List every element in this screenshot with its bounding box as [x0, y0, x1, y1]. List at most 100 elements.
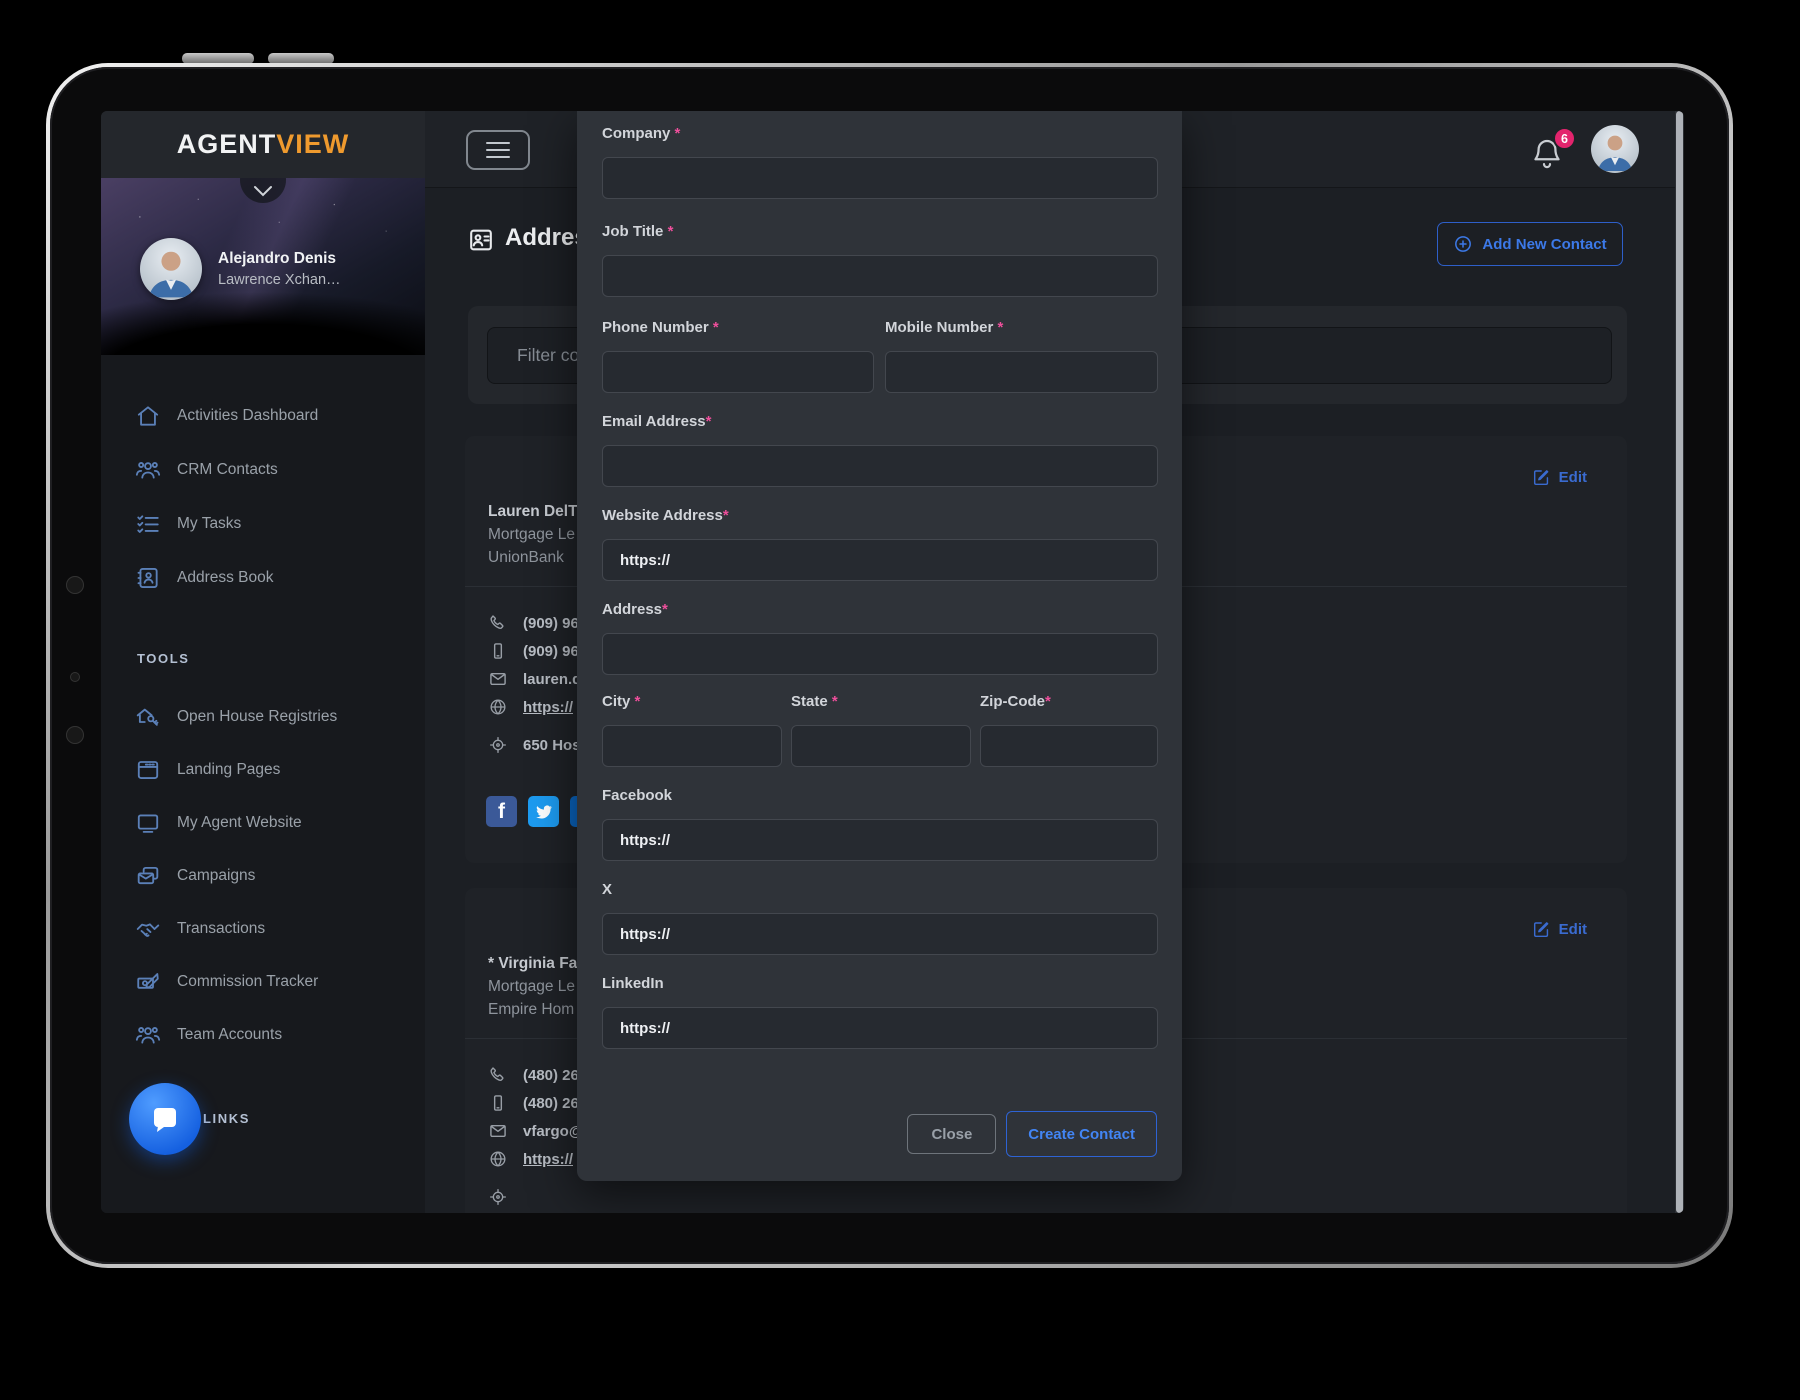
phone-number-input[interactable]: [602, 351, 874, 393]
job-title-input[interactable]: [602, 255, 1158, 297]
phone-icon: [488, 1065, 508, 1085]
app-screen: AGENTVIEW Alejandro Denis Lawrence Xchan…: [101, 111, 1684, 1213]
profile-company: Lawrence Xchan…: [218, 272, 341, 288]
contact-website-link[interactable]: https://: [523, 699, 573, 716]
state-input[interactable]: [791, 725, 971, 767]
profile-collapse-button[interactable]: [240, 178, 286, 203]
website-address-input[interactable]: [602, 539, 1158, 581]
location-target-icon: [488, 735, 508, 755]
city-label: City *: [602, 692, 782, 712]
close-button[interactable]: Close: [907, 1114, 996, 1154]
sidebar-item-label: My Tasks: [177, 515, 241, 533]
edit-contact-button[interactable]: Edit: [1532, 920, 1587, 939]
company-input[interactable]: [602, 157, 1158, 199]
required-asterisk: *: [668, 223, 674, 240]
address-input[interactable]: [602, 633, 1158, 675]
user-profile-panel: Alejandro Denis Lawrence Xchan…: [101, 178, 425, 355]
address-book-title-icon: [467, 226, 495, 254]
required-asterisk: *: [635, 693, 641, 710]
sidebar-item-label: Team Accounts: [177, 1026, 282, 1044]
commission-icon: [135, 969, 161, 995]
required-asterisk: *: [723, 507, 729, 524]
page-title: Addres: [505, 224, 588, 252]
sidebar-nav: Activities Dashboard CRM Contacts My Tas…: [101, 389, 425, 605]
address-label: Address*: [602, 600, 1158, 620]
open-house-icon: [135, 704, 161, 730]
tablet-frame: AGENTVIEW Alejandro Denis Lawrence Xchan…: [46, 63, 1733, 1268]
sidebar-item-label: Transactions: [177, 920, 265, 938]
create-contact-modal: Company * Job Title * Phone Number * Mob…: [577, 111, 1182, 1181]
sidebar-item-landing-pages[interactable]: Landing Pages: [101, 743, 425, 796]
mobile-icon: [488, 641, 508, 661]
globe-icon: [488, 697, 508, 717]
checklist-icon: [135, 511, 161, 537]
sidebar-section-links: LINKS: [203, 1111, 250, 1126]
contact-website-link[interactable]: https://: [523, 1151, 573, 1168]
person-photo-icon: [1591, 125, 1639, 173]
sidebar-item-label: My Agent Website: [177, 814, 302, 832]
required-asterisk: *: [675, 125, 681, 142]
notification-badge: 6: [1553, 127, 1576, 150]
hamburger-icon: [486, 142, 510, 145]
contact-company: UnionBank: [488, 546, 578, 569]
sidebar-item-my-agent-website[interactable]: My Agent Website: [101, 796, 425, 849]
chat-bubble-icon: [150, 1104, 180, 1134]
plus-circle-icon: [1453, 234, 1473, 254]
handshake-icon: [135, 916, 161, 942]
browser-window-icon: [135, 757, 161, 783]
mail-campaign-icon: [135, 863, 161, 889]
notifications-button[interactable]: 6: [1529, 133, 1589, 181]
mobile-number-input[interactable]: [885, 351, 1158, 393]
contact-identity: * Virginia Fa Mortgage Le Empire Hom: [488, 952, 577, 1021]
add-new-contact-button[interactable]: Add New Contact: [1437, 222, 1623, 266]
sidebar-item-activities-dashboard[interactable]: Activities Dashboard: [101, 389, 425, 443]
contact-identity: Lauren DelT Mortgage Le UnionBank: [488, 500, 578, 569]
logo-text-primary: AGENT: [177, 129, 277, 160]
mobile-icon: [488, 1093, 508, 1113]
facebook-input[interactable]: [602, 819, 1158, 861]
sidebar-item-label: Activities Dashboard: [177, 407, 318, 425]
zip-code-label: Zip-Code*: [980, 692, 1158, 712]
sidebar: AGENTVIEW Alejandro Denis Lawrence Xchan…: [101, 111, 425, 1213]
sidebar-item-crm-contacts[interactable]: CRM Contacts: [101, 443, 425, 497]
facebook-label: Facebook: [602, 786, 1158, 806]
chat-widget-button[interactable]: [129, 1083, 201, 1155]
facebook-icon[interactable]: f: [486, 796, 517, 827]
required-asterisk: *: [1045, 693, 1051, 710]
app-logo: AGENTVIEW: [101, 111, 425, 178]
website-address-label: Website Address*: [602, 506, 1158, 526]
twitter-icon[interactable]: [528, 796, 559, 827]
edit-label: Edit: [1559, 921, 1587, 938]
profile-avatar[interactable]: [140, 238, 202, 300]
sidebar-item-my-tasks[interactable]: My Tasks: [101, 497, 425, 551]
job-title-label: Job Title *: [602, 222, 1158, 242]
city-input[interactable]: [602, 725, 782, 767]
menu-toggle-button[interactable]: [466, 130, 530, 170]
sidebar-item-open-house-registries[interactable]: Open House Registries: [101, 690, 425, 743]
phone-number-label: Phone Number *: [602, 318, 874, 338]
create-contact-button[interactable]: Create Contact: [1006, 1111, 1157, 1157]
required-asterisk: *: [832, 693, 838, 710]
x-input[interactable]: [602, 913, 1158, 955]
linkedin-input[interactable]: [602, 1007, 1158, 1049]
sidebar-item-campaigns[interactable]: Campaigns: [101, 849, 425, 902]
tablet-side-dot: [66, 726, 84, 744]
sidebar-tools-nav: Open House Registries Landing Pages My A…: [101, 690, 425, 1061]
x-label: X: [602, 880, 1158, 900]
page-scrollbar[interactable]: [1675, 111, 1684, 1213]
sidebar-item-commission-tracker[interactable]: Commission Tracker: [101, 955, 425, 1008]
add-new-contact-label: Add New Contact: [1482, 236, 1606, 253]
contact-role: Mortgage Le: [488, 523, 578, 546]
sidebar-item-transactions[interactable]: Transactions: [101, 902, 425, 955]
edit-contact-button[interactable]: Edit: [1532, 468, 1587, 487]
sidebar-item-team-accounts[interactable]: Team Accounts: [101, 1008, 425, 1061]
team-icon: [135, 1022, 161, 1048]
email-address-input[interactable]: [602, 445, 1158, 487]
profile-name: Alejandro Denis: [218, 250, 336, 268]
monitor-icon: [135, 810, 161, 836]
sidebar-item-address-book[interactable]: Address Book: [101, 551, 425, 605]
account-avatar[interactable]: [1591, 125, 1639, 173]
required-asterisk: *: [706, 413, 712, 430]
scrollbar-thumb[interactable]: [1676, 111, 1683, 1213]
zip-code-input[interactable]: [980, 725, 1158, 767]
